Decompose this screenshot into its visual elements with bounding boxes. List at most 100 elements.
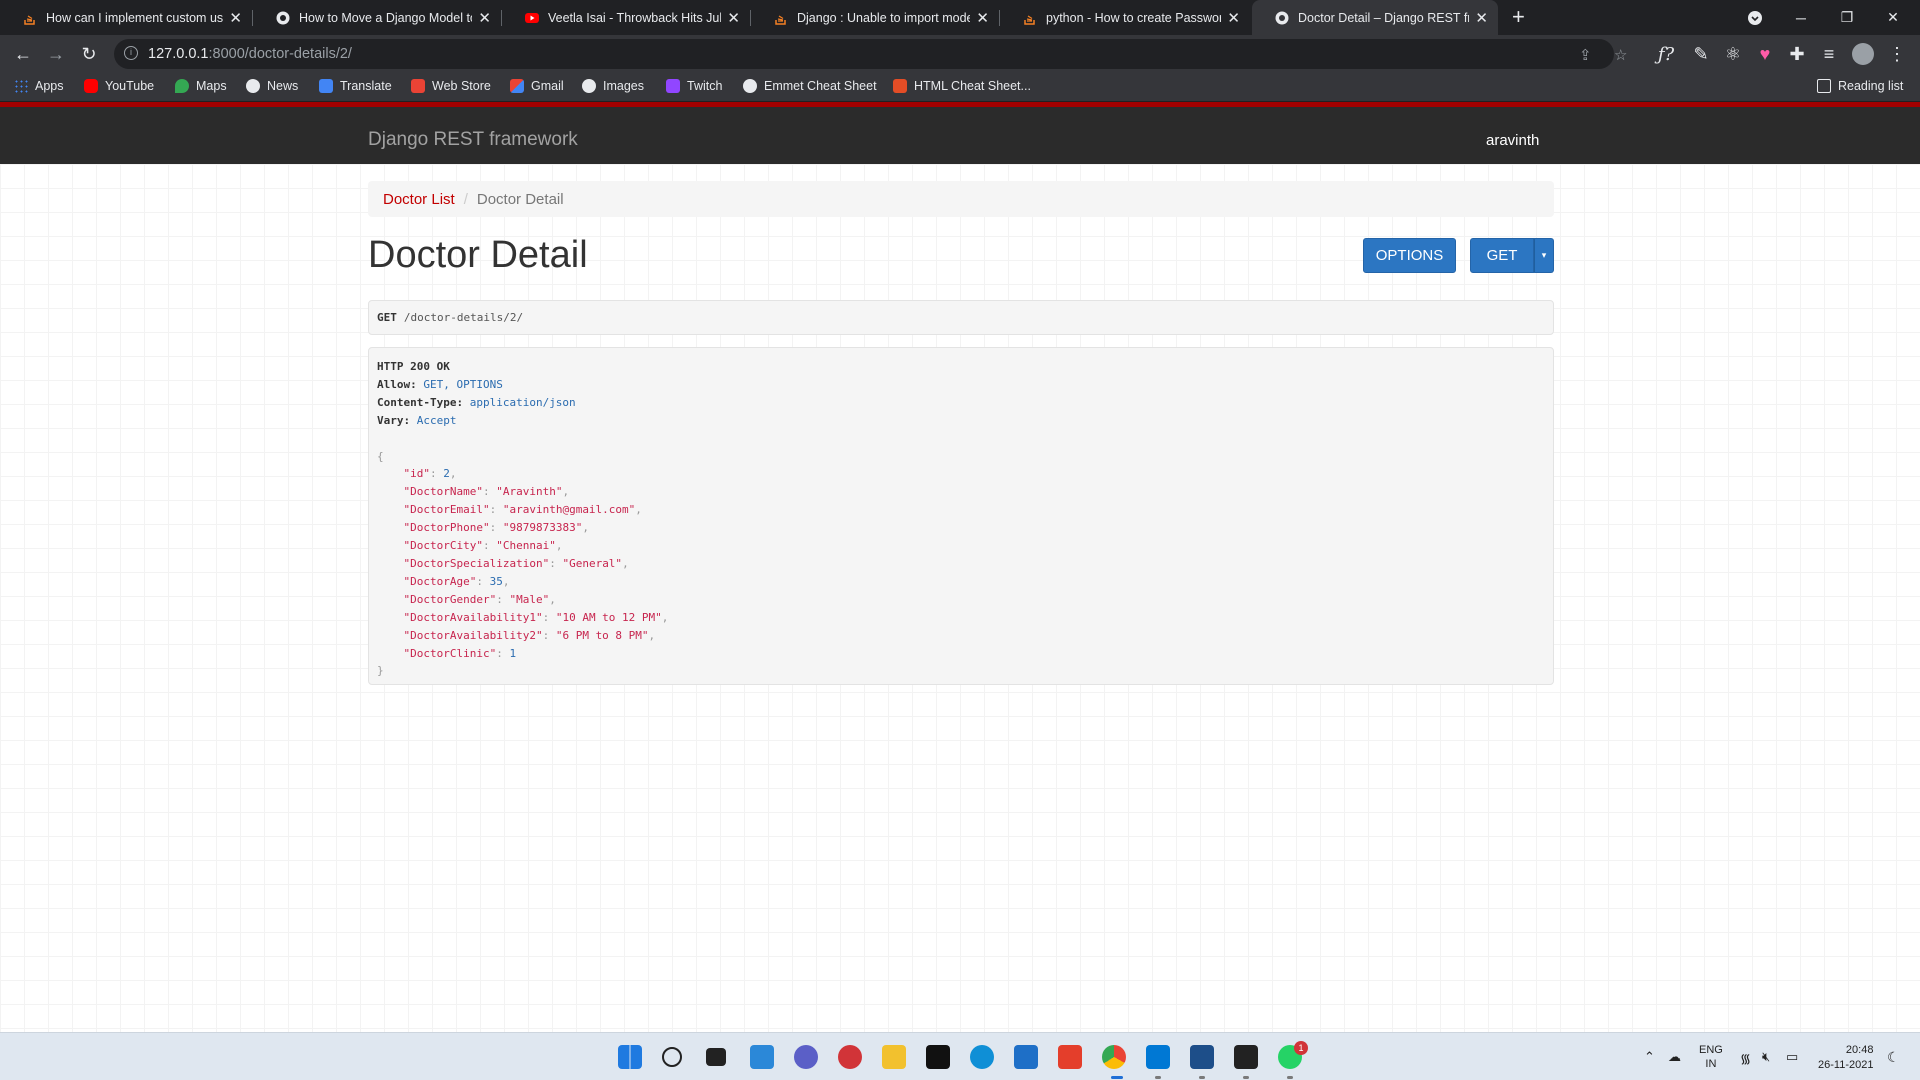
youtube-icon	[525, 12, 539, 23]
tab-doctor-detail[interactable]: Doctor Detail – Django REST fran ✕	[1252, 0, 1498, 35]
tab-custom-user[interactable]: How can I implement custom use ✕	[0, 0, 252, 35]
forward-button[interactable]: →	[45, 44, 67, 65]
breadcrumb-current: Doctor Detail	[476, 190, 564, 208]
json-value: "6 PM to 8 PM"	[555, 628, 649, 642]
drf-brand-link[interactable]: Django REST framework	[368, 129, 578, 151]
file-explorer-icon[interactable]	[882, 1045, 906, 1069]
format-dropdown-toggle[interactable]: ▾	[1534, 238, 1554, 273]
volume-icon[interactable]: 🔇︎	[1762, 1049, 1770, 1065]
json-line: "DoctorEmail": "aravinth@gmail.com",	[403, 503, 642, 517]
recorder-icon[interactable]	[838, 1045, 862, 1069]
bookmark-news[interactable]: News	[246, 79, 298, 93]
minimize-button[interactable]: ─	[1778, 0, 1824, 35]
json-line: "DoctorAge": 35,	[403, 574, 510, 588]
task-view-icon[interactable]	[706, 1048, 726, 1066]
json-line: "DoctorAvailability1": "10 AM to 12 PM",	[403, 610, 669, 624]
json-key: "DoctorGender"	[403, 592, 497, 606]
bookmark-web-store[interactable]: Web Store	[411, 79, 491, 93]
mysql-workbench-icon[interactable]	[1190, 1045, 1214, 1069]
profile-avatar[interactable]	[1852, 43, 1874, 65]
new-tab-button[interactable]: +	[1512, 4, 1525, 30]
reload-button[interactable]: ↻	[78, 44, 100, 65]
restore-button[interactable]: ❐	[1824, 0, 1870, 35]
menu-icon[interactable]: ⋮	[1886, 44, 1908, 65]
header-key: Vary:	[377, 413, 411, 427]
clock[interactable]: 20:48 26-11-2021	[1818, 1043, 1873, 1073]
close-icon[interactable]: ✕	[1475, 9, 1488, 27]
json-value: "Aravinth"	[496, 485, 563, 499]
office-icon[interactable]	[1058, 1045, 1082, 1069]
tab-youtube-jukebox[interactable]: Veetla Isai - Throwback Hits Juke ✕	[502, 0, 750, 35]
header-key: Content-Type:	[377, 395, 464, 409]
tab-search-button[interactable]	[1732, 0, 1778, 35]
window-close-button[interactable]: ✕	[1870, 0, 1916, 35]
start-icon[interactable]	[618, 1045, 642, 1069]
close-icon[interactable]: ✕	[478, 9, 491, 27]
close-icon[interactable]: ✕	[229, 9, 242, 27]
tab-strip: How can I implement custom use ✕ How to …	[0, 0, 1920, 35]
reading-mode-icon[interactable]: ≡	[1818, 44, 1840, 65]
json-value: 35	[489, 574, 503, 588]
edge-icon[interactable]	[970, 1045, 994, 1069]
html5-icon	[893, 79, 907, 93]
close-icon[interactable]: ✕	[976, 9, 989, 27]
extension-heart-icon[interactable]: ♥	[1754, 44, 1776, 65]
bookmark-html-cheat[interactable]: HTML Cheat Sheet...	[893, 79, 1031, 93]
bookmark-images[interactable]: Images	[582, 79, 644, 93]
bookmark-maps[interactable]: Maps	[175, 79, 227, 93]
bookmark-youtube[interactable]: YouTube	[84, 79, 154, 93]
cloud-icon[interactable]: ☁	[1668, 1049, 1681, 1065]
share-icon[interactable]: ⇪	[1579, 46, 1592, 64]
reading-list-button[interactable]: Reading list	[1817, 79, 1903, 93]
page-content: Doctor List / Doctor Detail Doctor Detai…	[0, 164, 1920, 1032]
extensions-puzzle-icon[interactable]: ✚	[1786, 44, 1808, 65]
twitch-icon	[666, 79, 680, 93]
bookmarks-bar: Apps YouTube Maps News Translate Web Sto…	[0, 73, 1920, 102]
terminal-icon[interactable]	[1234, 1045, 1258, 1069]
bookmark-translate[interactable]: Translate	[319, 79, 392, 93]
info-icon[interactable]: i	[124, 46, 138, 60]
close-icon[interactable]: ✕	[727, 9, 740, 27]
address-bar[interactable]: i 127.0.0.1:8000/doctor-details/2/ ⇪ ☆	[114, 39, 1627, 69]
stackoverflow-icon	[24, 14, 35, 25]
extension-react-icon[interactable]: ⚛	[1722, 44, 1744, 65]
json-key: "DoctorEmail"	[403, 503, 490, 517]
json-key: "DoctorPhone"	[403, 521, 490, 535]
bookmark-apps[interactable]: Apps	[14, 79, 64, 93]
get-button[interactable]: GET	[1470, 238, 1534, 273]
tab-python-password[interactable]: python - How to create Passwor ✕	[1000, 0, 1250, 35]
bookmark-emmet[interactable]: Emmet Cheat Sheet	[743, 79, 877, 93]
json-line: "DoctorClinic": 1	[403, 646, 517, 660]
header-value: GET, OPTIONS	[423, 377, 503, 391]
widgets-icon[interactable]	[750, 1045, 774, 1069]
url-text[interactable]: 127.0.0.1:8000/doctor-details/2/	[148, 46, 352, 62]
close-icon[interactable]: ✕	[1227, 9, 1240, 27]
store-icon[interactable]	[1014, 1045, 1038, 1069]
options-button[interactable]: OPTIONS	[1363, 238, 1456, 273]
json-open-brace: {	[377, 449, 384, 463]
notion-icon[interactable]	[926, 1045, 950, 1069]
user-dropdown[interactable]: aravinth	[1486, 132, 1539, 149]
star-icon[interactable]: ☆	[1614, 46, 1627, 64]
chevron-up-icon[interactable]: ⌃	[1644, 1049, 1655, 1065]
bookmark-twitch[interactable]: Twitch	[666, 79, 722, 93]
vscode-icon[interactable]	[1146, 1045, 1170, 1069]
extension-fx-icon[interactable]: ƒ?	[1655, 44, 1677, 65]
json-value: "9879873383"	[502, 521, 583, 535]
tab-django-import[interactable]: Django : Unable to import mode ✕	[751, 0, 999, 35]
back-button[interactable]: ←	[12, 44, 34, 65]
json-key: "DoctorSpecialization"	[403, 556, 550, 570]
tab-move-django-model[interactable]: How to Move a Django Model to ✕	[253, 0, 501, 35]
wifi-icon[interactable]: ᯾	[1740, 1049, 1751, 1067]
chrome-icon[interactable]	[1102, 1045, 1126, 1069]
globe-icon	[276, 11, 290, 24]
breadcrumb-doctor-list[interactable]: Doctor List	[383, 191, 455, 208]
bookmark-gmail[interactable]: Gmail	[510, 79, 564, 93]
battery-icon[interactable]: ▭	[1786, 1049, 1798, 1065]
extension-pen-icon[interactable]: ✎	[1690, 44, 1712, 65]
globe-icon	[246, 79, 260, 93]
focus-moon-icon[interactable]: ☾	[1887, 1049, 1900, 1066]
search-icon[interactable]	[662, 1047, 682, 1067]
language-indicator[interactable]: ENG IN	[1699, 1043, 1723, 1071]
teams-chat-icon[interactable]	[794, 1045, 818, 1069]
